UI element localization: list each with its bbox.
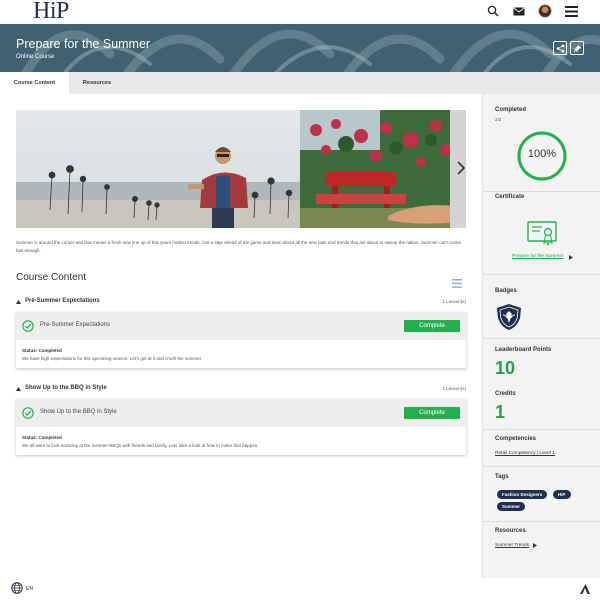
pin-icon[interactable] (570, 41, 584, 55)
divider (483, 191, 600, 192)
competencies-label: Competencies (495, 436, 537, 442)
check-circle-icon (22, 407, 34, 419)
divider (483, 466, 600, 467)
tab-course-content[interactable]: Course Content (0, 72, 69, 94)
lesson-row[interactable]: Pre-Summer Expectations Complete (16, 312, 466, 340)
globe-icon[interactable] (11, 582, 23, 594)
lesson-card: Show Up to the BBQ in Style Complete Sta… (16, 399, 466, 455)
lesson-group-header[interactable]: Show Up to the BBQ in Style 1 Lesson(s) (16, 385, 466, 395)
caret-up-icon (16, 387, 21, 391)
progress-percent: 100% (527, 148, 557, 160)
course-description: Summer is around the corner and that mea… (16, 240, 461, 253)
tag-chip[interactable]: Summer (497, 502, 526, 511)
share-icon[interactable] (553, 41, 567, 55)
site-logo[interactable]: HiP (33, 0, 69, 23)
course-title: Prepare for the Summer (16, 37, 151, 51)
resource-link[interactable]: Summer Trends (495, 543, 529, 548)
footer: EN (0, 578, 600, 600)
menu-icon[interactable] (564, 4, 578, 18)
brand-mark-icon (580, 584, 590, 594)
tag-chip[interactable]: HiP (553, 490, 571, 499)
check-circle-icon (22, 320, 34, 332)
list-view-icon[interactable] (452, 275, 462, 288)
main-content: Summer is around the corner and that mea… (0, 94, 482, 578)
mail-icon[interactable] (512, 4, 526, 18)
chevron-right-icon (533, 543, 537, 548)
badge-shield-icon[interactable] (495, 303, 523, 331)
lesson-count: 1 Lesson(s) (442, 386, 466, 391)
course-type: Online Course (16, 54, 55, 60)
top-nav: HiP (0, 0, 600, 24)
language-selector[interactable]: EN (26, 586, 33, 592)
badges-label: Badges (495, 288, 517, 294)
lesson-status: Status: Completed (22, 435, 62, 440)
lesson-group-header[interactable]: Pre-Summer Expectations 1 Lesson(s) (16, 298, 466, 308)
competency-link[interactable]: Retail Competency | Level 1 (495, 451, 555, 456)
tab-resources[interactable]: Resources (69, 72, 125, 94)
completed-count: 2/2 (495, 117, 502, 122)
carousel-next-icon[interactable] (456, 160, 466, 176)
lesson-name: Pre-Summer Expectations (40, 322, 111, 328)
hero-carousel[interactable] (16, 110, 466, 228)
leaderboard-points: 10 (495, 358, 516, 378)
lesson-description: We have high expectations for this upcom… (22, 356, 203, 361)
banner-actions (553, 41, 584, 55)
course-tabs: Course Content Resources (0, 72, 600, 94)
lesson-status: Status: Completed (22, 348, 62, 353)
section-title: Course Content (16, 272, 87, 283)
complete-button[interactable]: Complete (404, 407, 460, 419)
leaderboard-label: Leaderboard Points (495, 347, 552, 353)
complete-button[interactable]: Complete (404, 320, 460, 332)
resources-label: Resources (495, 528, 526, 534)
lesson-count: 1 Lesson(s) (442, 299, 466, 304)
credits-value: 1 (495, 402, 506, 422)
tags-label: Tags (495, 474, 509, 480)
course-sidebar: Completed 2/2 100% Certificate Prepare f… (482, 94, 600, 578)
divider (483, 429, 600, 430)
search-icon[interactable] (486, 4, 500, 18)
hero-image (16, 110, 466, 228)
lesson-name: Show Up to the BBQ in Style (40, 409, 117, 415)
certificate-label: Certificate (495, 194, 525, 200)
course-banner: Prepare for the Summer Online Course (0, 24, 600, 72)
divider (483, 274, 600, 275)
divider (483, 521, 600, 522)
divider (483, 338, 600, 339)
certificate-link[interactable]: Prepare for the Summer (512, 254, 563, 259)
lesson-row[interactable]: Show Up to the BBQ in Style Complete (16, 399, 466, 427)
credits-label: Credits (495, 391, 516, 397)
group-name: Show Up to the BBQ in Style (25, 385, 107, 391)
certificate-icon[interactable] (527, 221, 557, 247)
nav-icons (486, 4, 578, 18)
chevron-right-icon (569, 255, 573, 260)
user-avatar[interactable] (538, 4, 552, 18)
lesson-description: We all want to look amazing at the summe… (22, 443, 259, 448)
completed-label: Completed (495, 107, 527, 113)
caret-up-icon (16, 300, 21, 304)
group-name: Pre-Summer Expectations (25, 298, 100, 304)
lesson-card: Pre-Summer Expectations Complete Status:… (16, 312, 466, 368)
tag-chip[interactable]: Fashion Designers (497, 490, 548, 499)
